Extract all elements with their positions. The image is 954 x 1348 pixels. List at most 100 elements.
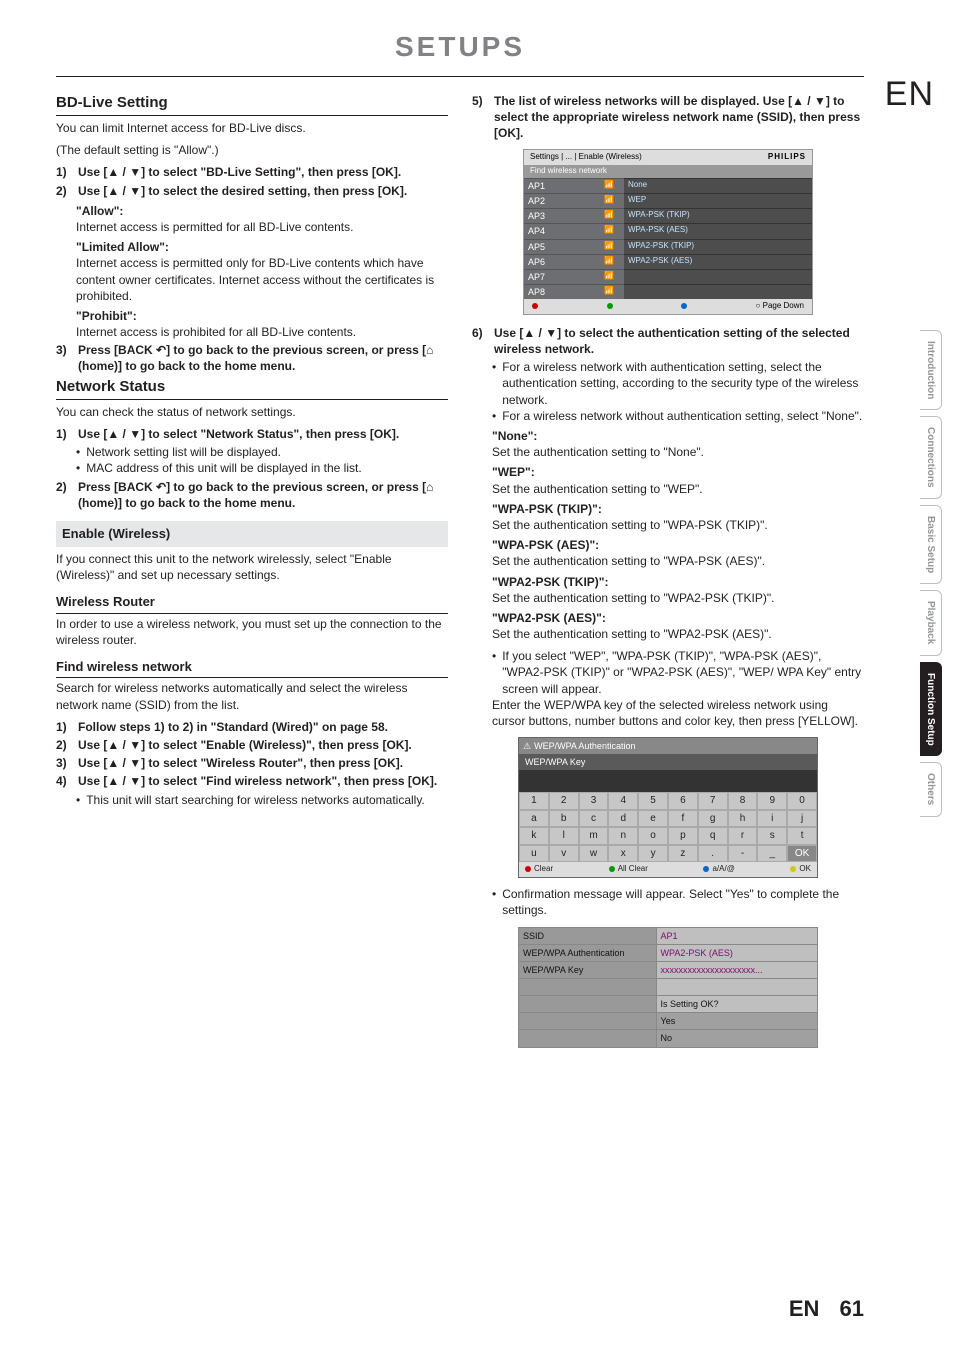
keyboard-key: 9 [757, 792, 787, 810]
brand-label: PHILIPS [768, 152, 806, 163]
signal-icon: 📶 [594, 223, 624, 238]
side-tab[interactable]: Basic Setup [920, 505, 943, 584]
enable-wireless-intro: If you connect this unit to the network … [56, 551, 448, 583]
wepkey-note-cont: Enter the WEP/WPA key of the selected wi… [492, 697, 864, 729]
keyboard-key: d [608, 810, 638, 828]
network-row: AP2📶WEP [524, 193, 812, 208]
side-tab[interactable]: Function Setup [920, 662, 943, 757]
fw-step2: Use [▲ / ▼] to select "Enable (Wireless)… [78, 737, 448, 753]
bullet-icon [76, 460, 80, 476]
wpa2-aes-text: Set the authentication setting to "WPA2-… [492, 626, 864, 642]
signal-icon: 📶 [594, 239, 624, 254]
security-type: WPA2-PSK (TKIP) [624, 239, 812, 254]
keyboard-key: v [549, 845, 579, 863]
network-row: AP8📶 [524, 284, 812, 299]
page-footer: EN 61 [789, 1294, 864, 1324]
keyboard-key: 3 [579, 792, 609, 810]
keyboard-key: w [579, 845, 609, 863]
bullet-icon [76, 444, 80, 460]
keyboard-key: n [608, 827, 638, 845]
keyboard-key: h [728, 810, 758, 828]
step-3: Press [BACK ↶] to go back to the previou… [78, 342, 448, 374]
confirm-text: Confirmation message will appear. Select… [502, 886, 864, 918]
network-row: AP3📶WPA-PSK (TKIP) [524, 208, 812, 223]
bullet-icon [492, 359, 496, 408]
yes-option: Yes [656, 1013, 817, 1030]
find-wireless-intro: Search for wireless networks automatical… [56, 680, 448, 712]
network-row: AP7📶 [524, 269, 812, 284]
ns-bullet-1: Network setting list will be displayed. [86, 444, 281, 460]
signal-icon: 📶 [594, 193, 624, 208]
signal-icon: 📶 [594, 254, 624, 269]
kb-case: a/A/@ [703, 864, 734, 875]
keyboard-key: _ [757, 845, 787, 863]
prohibit-label: "Prohibit": [76, 308, 448, 324]
keyboard-key: 2 [549, 792, 579, 810]
ns-bullet-2: MAC address of this unit will be display… [86, 460, 361, 476]
ap-name: AP7 [524, 269, 594, 284]
wep-label: "WEP": [492, 464, 864, 480]
allow-text: Internet access is permitted for all BD-… [76, 219, 448, 235]
blank-row [519, 1030, 657, 1047]
language-marker: EN [885, 72, 934, 118]
side-tab[interactable]: Introduction [920, 330, 943, 410]
bd-live-heading: BD-Live Setting [56, 93, 448, 116]
network-row: AP4📶WPA-PSK (AES) [524, 223, 812, 238]
side-tab[interactable]: Others [920, 762, 943, 816]
limited-text: Internet access is permitted only for BD… [76, 255, 448, 304]
step-num: 5) [472, 93, 488, 142]
step-num: 1) [56, 426, 72, 442]
keyboard-key: . [698, 845, 728, 863]
signal-icon: 📶 [594, 208, 624, 223]
security-type: WPA-PSK (AES) [624, 223, 812, 238]
keyboard-key: k [519, 827, 549, 845]
keyboard-key: f [668, 810, 698, 828]
keyboard-key: t [787, 827, 817, 845]
bullet-icon [492, 648, 496, 697]
keyboard-key: 6 [668, 792, 698, 810]
security-type: None [624, 178, 812, 193]
wpa-aes-label: "WPA-PSK (AES)": [492, 537, 864, 553]
fw-step3: Use [▲ / ▼] to select "Wireless Router",… [78, 755, 448, 771]
step-num: 3) [56, 342, 72, 374]
kb-all-clear: All Clear [609, 864, 648, 875]
ns-step1: Use [▲ / ▼] to select "Network Status", … [78, 426, 448, 442]
security-type [624, 284, 812, 299]
wpa-tkip-text: Set the authentication setting to "WPA-P… [492, 517, 864, 533]
wpa2-tkip-label: "WPA2-PSK (TKIP)": [492, 574, 864, 590]
network-row: AP5📶WPA2-PSK (TKIP) [524, 239, 812, 254]
kb-title: WEP/WPA Authentication [534, 741, 635, 751]
network-row: AP1📶None [524, 178, 812, 193]
r-step6: Use [▲ / ▼] to select the authentication… [494, 325, 864, 357]
ns-step2: Press [BACK ↶] to go back to the previou… [78, 479, 448, 511]
side-tab[interactable]: Connections [920, 416, 943, 499]
keyboard-key: m [579, 827, 609, 845]
keyboard-key: s [757, 827, 787, 845]
ap-name: AP8 [524, 284, 594, 299]
side-tab[interactable]: Playback [920, 590, 943, 655]
ap-name: AP4 [524, 223, 594, 238]
enable-wireless-heading: Enable (Wireless) [56, 521, 448, 547]
wpa2-aes-label: "WPA2-PSK (AES)": [492, 610, 864, 626]
netlist-header: Settings | ... | Enable (Wireless) [530, 152, 642, 163]
step-num: 2) [56, 479, 72, 511]
ap-name: AP5 [524, 239, 594, 254]
right-column: 5)The list of wireless networks will be … [472, 91, 864, 1056]
step-num: 6) [472, 325, 488, 357]
r-step6-b2: For a wireless network without authentic… [502, 408, 862, 424]
blank-row [519, 1013, 657, 1030]
side-tabs: Introduction Connections Basic Setup Playba… [920, 330, 943, 817]
left-column: BD-Live Setting You can limit Internet a… [56, 91, 448, 1056]
warning-icon [523, 741, 534, 751]
page-down-label: ○ Page Down [756, 301, 804, 312]
kb-input [519, 770, 817, 792]
signal-icon: 📶 [594, 269, 624, 284]
step-num: 1) [56, 164, 72, 180]
step-1: Use [▲ / ▼] to select "BD-Live Setting",… [78, 164, 448, 180]
setting-ok-q: Is Setting OK? [656, 996, 817, 1013]
r-step6-b1: For a wireless network with authenticati… [502, 359, 864, 408]
bullet-icon [76, 792, 80, 808]
step-num: 2) [56, 737, 72, 753]
security-type: WPA-PSK (TKIP) [624, 208, 812, 223]
keyboard-key: OK [787, 845, 817, 863]
